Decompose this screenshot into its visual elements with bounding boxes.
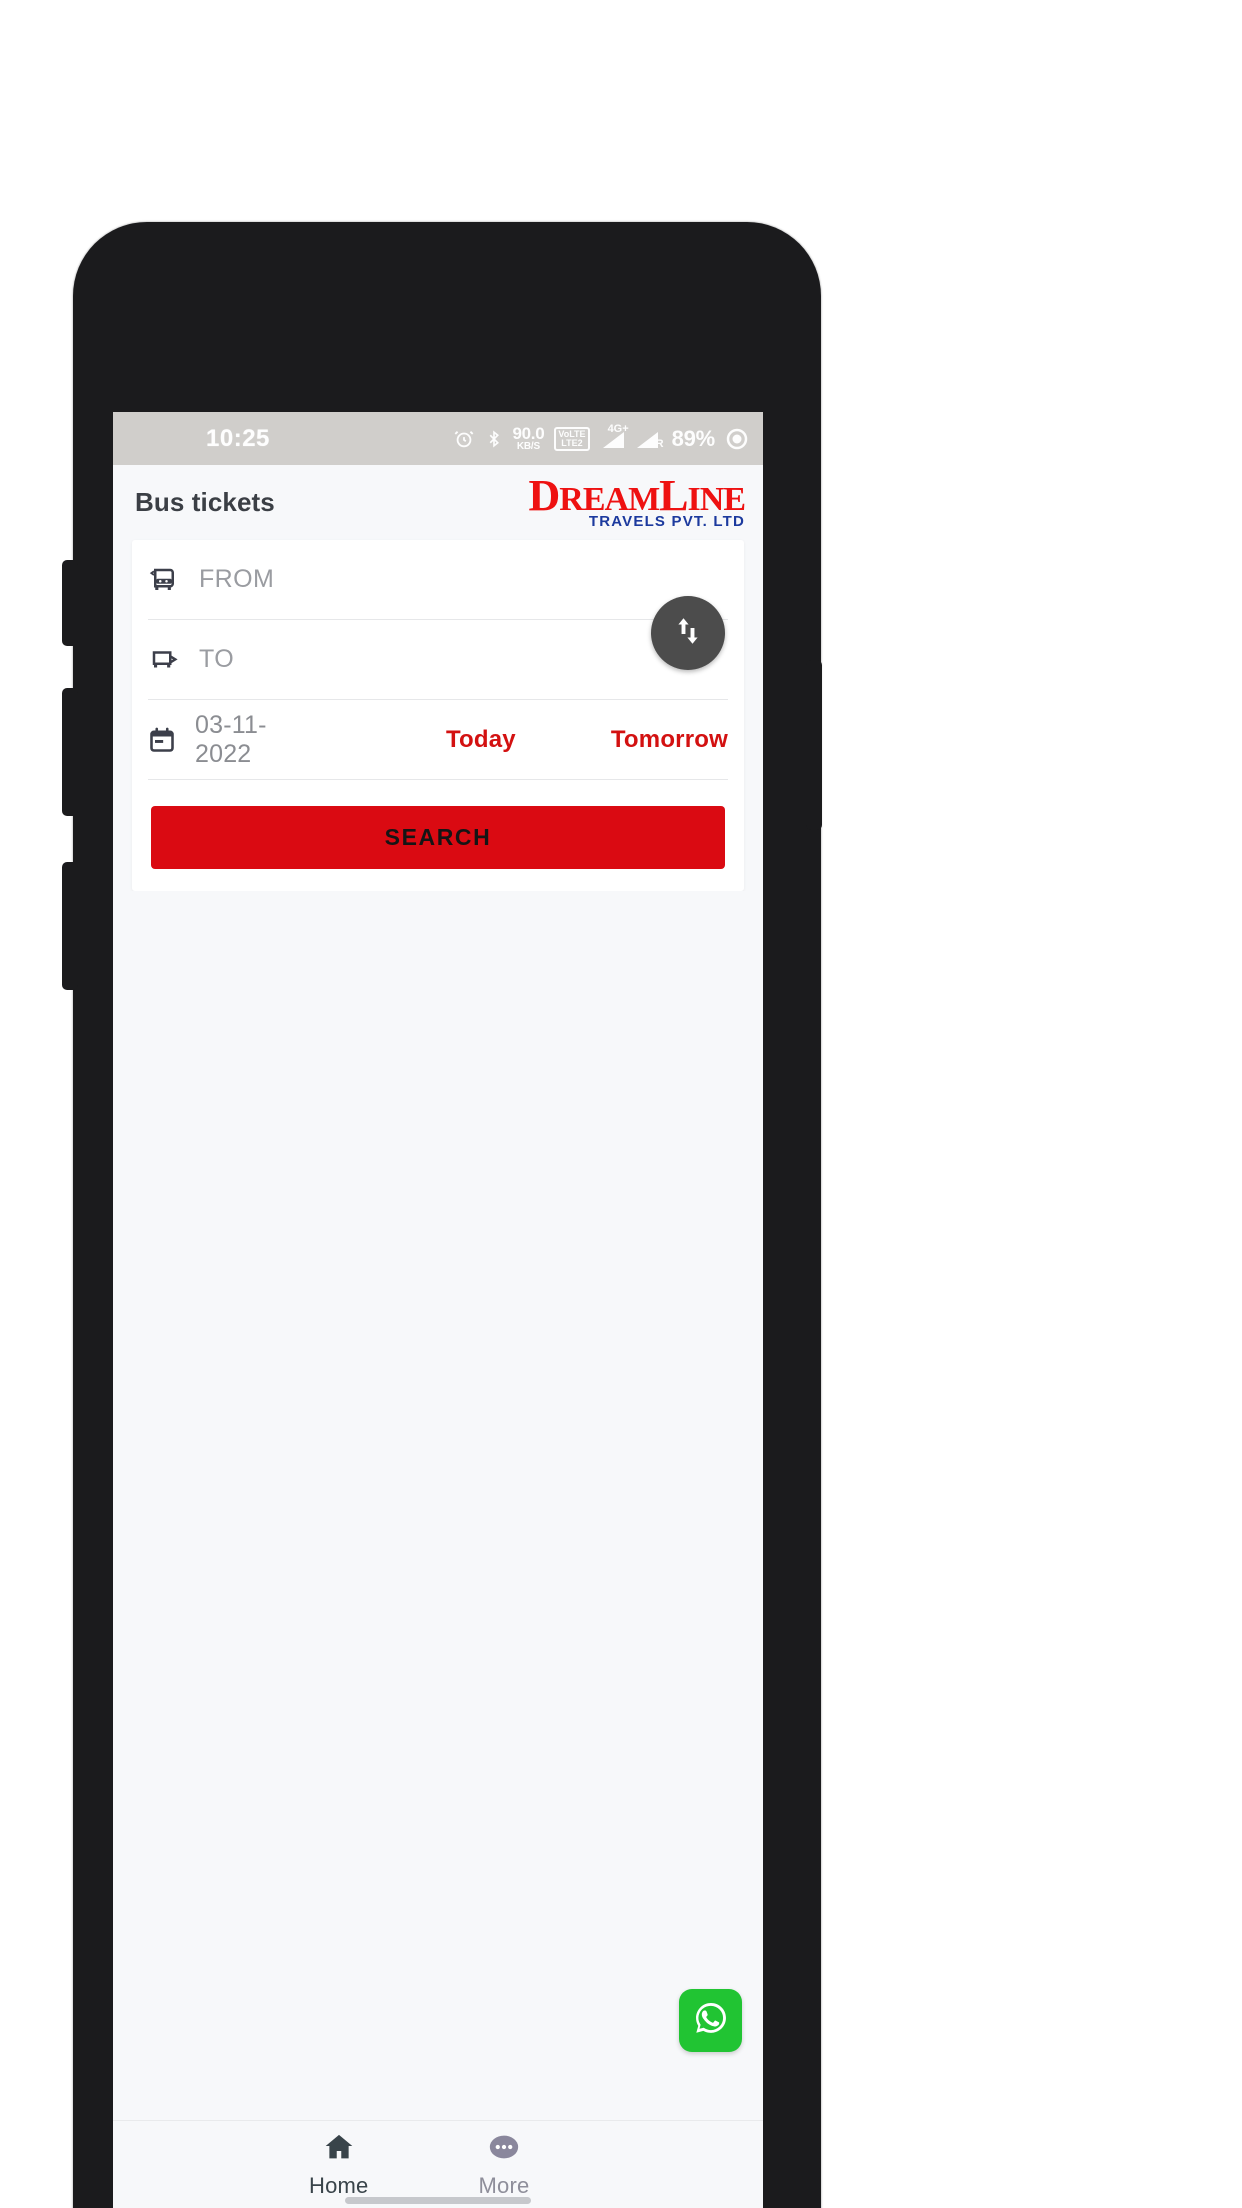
signal-generation-label: 4G+ [607, 422, 629, 435]
home-gesture-indicator[interactable] [345, 2197, 531, 2204]
search-card: FROM TO 03-11-2022 Today Tomorrow SEARCH [132, 540, 744, 891]
brand-logo-subtitle: TRAVELS PVT. LTD [588, 512, 745, 530]
nav-label-home: Home [309, 2173, 369, 2198]
brand-logo: DREAMLINE TRAVELS PVT. LTD [529, 474, 747, 530]
from-field-row[interactable]: FROM [148, 540, 728, 620]
swap-vertical-icon [670, 613, 706, 654]
from-input-placeholder: FROM [199, 565, 275, 593]
phone-button-volume-down[interactable] [62, 862, 78, 990]
phone-screen: 10:25 90.0 KB/S VoLTE LTE2 4G+ R 89% Bus… [113, 412, 763, 2208]
nav-item-home[interactable]: Home [309, 2130, 369, 2199]
phone-button-power[interactable] [806, 660, 822, 830]
more-dots-icon [487, 2130, 521, 2169]
battery-icon [725, 427, 749, 451]
search-button[interactable]: SEARCH [151, 806, 725, 869]
logo-letter-d: D [528, 471, 561, 521]
phone-button-silent[interactable] [62, 560, 78, 646]
network-speed-unit: KB/S [516, 441, 540, 452]
network-speed-value: 90.0 [512, 424, 545, 443]
nav-item-more[interactable]: More [479, 2130, 530, 2199]
page-title: Bus tickets [135, 487, 275, 517]
signal-icon-sim1: 4G+ [600, 423, 629, 450]
tomorrow-shortcut-button[interactable]: Tomorrow [611, 726, 728, 754]
today-shortcut-button[interactable]: Today [446, 726, 516, 754]
date-value: 03-11-2022 [195, 710, 267, 768]
app-bar: Bus tickets DREAMLINE TRAVELS PVT. LTD [113, 465, 763, 540]
screenshot-root: 10:25 90.0 KB/S VoLTE LTE2 4G+ R 89% Bus… [0, 0, 1242, 2208]
roaming-label: R [655, 437, 664, 450]
bus-rear-icon [148, 645, 180, 675]
calendar-icon [148, 726, 176, 754]
whatsapp-fab-button[interactable] [679, 1989, 742, 2052]
whatsapp-icon [690, 1997, 732, 2044]
signal-icon-sim2: R [636, 428, 664, 450]
phone-button-volume-up[interactable] [62, 688, 78, 816]
battery-percent-label: 89% [671, 425, 716, 451]
swap-locations-button[interactable] [651, 596, 725, 670]
content-area [113, 891, 763, 2120]
bluetooth-icon [485, 428, 503, 450]
home-icon [322, 2130, 356, 2169]
alarm-icon [453, 428, 475, 450]
date-field-row[interactable]: 03-11-2022 Today Tomorrow [148, 700, 728, 780]
brand-logo-main: DREAMLINE [529, 474, 747, 518]
status-bar-icons: 90.0 KB/S VoLTE LTE2 4G+ R 89% [453, 423, 750, 452]
bus-front-icon [148, 565, 180, 595]
volte-icon: VoLTE LTE2 [554, 426, 590, 451]
status-bar: 10:25 90.0 KB/S VoLTE LTE2 4G+ R 89% [113, 412, 763, 465]
nav-label-more: More [478, 2173, 530, 2198]
network-speed-indicator: 90.0 KB/S [513, 425, 545, 452]
volte-line2: LTE2 [561, 437, 583, 448]
to-field-row[interactable]: TO [148, 620, 728, 700]
bottom-navigation: Home More [113, 2120, 763, 2208]
status-bar-clock: 10:25 [206, 424, 270, 452]
to-input-placeholder: TO [199, 645, 235, 673]
